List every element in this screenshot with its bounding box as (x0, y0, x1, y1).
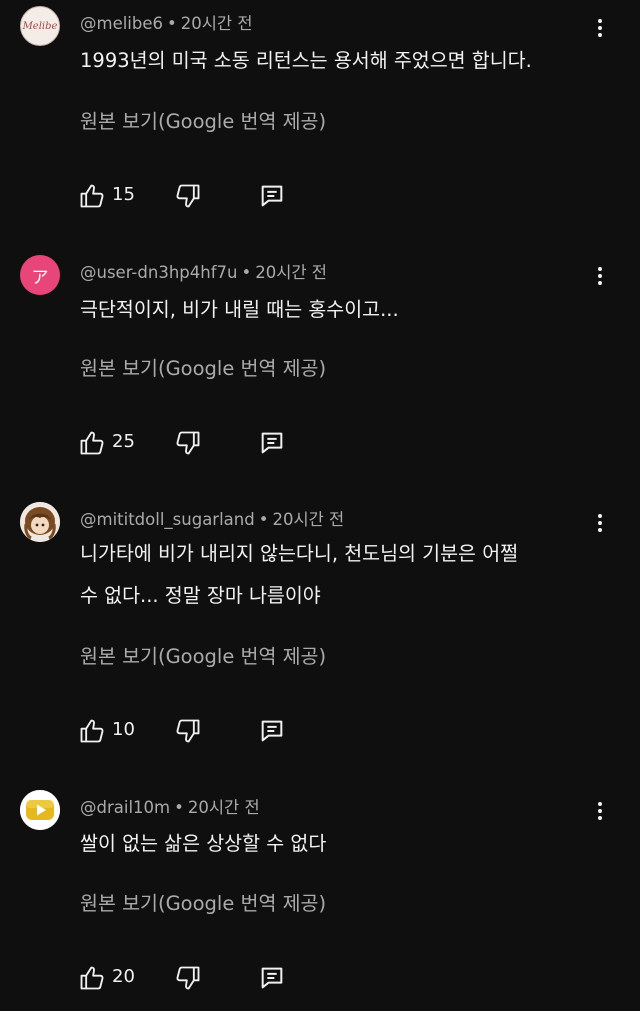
reply-icon[interactable] (258, 429, 286, 457)
comment-actions: 25 (78, 429, 378, 457)
comment-time[interactable]: 20시간 전 (181, 14, 253, 33)
doll-avatar-icon (20, 502, 60, 542)
comment-text: 니가타에 비가 내리지 않는다니, 천도님의 기분은 어쩔 수 없다... 정말… (80, 533, 600, 617)
comment-meta: @melibe6 • 20시간 전 (80, 10, 253, 34)
comment-time[interactable]: 20시간 전 (188, 798, 260, 817)
view-original-link[interactable]: 원본 보기(Google 번역 제공) (80, 105, 326, 134)
thumb-up-icon[interactable] (78, 429, 106, 457)
thumb-down-icon[interactable] (174, 429, 202, 457)
comment-time[interactable]: 20시간 전 (255, 263, 327, 282)
comment-time[interactable]: 20시간 전 (272, 510, 344, 529)
comment-actions: 15 (78, 182, 378, 210)
like-count: 20 (112, 966, 135, 987)
thumb-down-icon[interactable] (174, 717, 202, 745)
more-vert-icon[interactable] (588, 16, 612, 40)
reply-icon[interactable] (258, 964, 286, 992)
like-count: 15 (112, 184, 135, 205)
reply-icon[interactable] (258, 182, 286, 210)
thumb-down-icon[interactable] (174, 182, 202, 210)
comment-text: 극단적이지, 비가 내릴 때는 홍수이고... (80, 298, 399, 321)
view-original-link[interactable]: 원본 보기(Google 번역 제공) (80, 887, 326, 916)
comment-actions: 10 (78, 717, 378, 745)
separator-dot: • (174, 798, 184, 817)
avatar[interactable] (20, 502, 60, 542)
comment-author[interactable]: @drail10m (80, 798, 170, 817)
avatar[interactable]: ア (20, 255, 60, 295)
more-vert-icon[interactable] (588, 799, 612, 823)
like-count: 25 (112, 431, 135, 452)
comment-actions: 20 (78, 964, 378, 992)
thumb-down-icon[interactable] (174, 964, 202, 992)
view-original-link[interactable]: 원본 보기(Google 번역 제공) (80, 640, 326, 669)
comment-meta: @mititdoll_sugarland • 20시간 전 (80, 506, 344, 530)
avatar[interactable] (20, 790, 60, 830)
avatar[interactable]: Melibe (20, 6, 60, 46)
more-vert-icon[interactable] (588, 264, 612, 288)
gold-play-button-icon (20, 790, 60, 830)
separator-dot: • (167, 14, 177, 33)
comment-text: 1993년의 미국 소동 리턴스는 용서해 주었으면 합니다. (80, 49, 532, 72)
avatar-letter: ア (31, 267, 49, 288)
comment-text-line: 니가타에 비가 내리지 않는다니, 천도님의 기분은 어쩔 (80, 542, 519, 565)
comment-author[interactable]: @user-dn3hp4hf7u (80, 263, 237, 282)
thumb-up-icon[interactable] (78, 964, 106, 992)
comment-author[interactable]: @mititdoll_sugarland (80, 510, 255, 529)
avatar-logo-text: Melibe (22, 20, 58, 32)
comment-text: 쌀이 없는 삶은 상상할 수 없다 (80, 832, 327, 855)
comment-meta: @user-dn3hp4hf7u • 20시간 전 (80, 259, 327, 283)
thumb-up-icon[interactable] (78, 182, 106, 210)
comment-meta: @drail10m • 20시간 전 (80, 794, 260, 818)
thumb-up-icon[interactable] (78, 717, 106, 745)
like-count: 10 (112, 719, 135, 740)
comment-author[interactable]: @melibe6 (80, 14, 163, 33)
more-vert-icon[interactable] (588, 511, 612, 535)
separator-dot: • (258, 510, 269, 529)
separator-dot: • (241, 263, 252, 282)
view-original-link[interactable]: 원본 보기(Google 번역 제공) (80, 352, 326, 381)
comment-text-line: 수 없다... 정말 장마 나름이야 (80, 584, 321, 607)
reply-icon[interactable] (258, 717, 286, 745)
